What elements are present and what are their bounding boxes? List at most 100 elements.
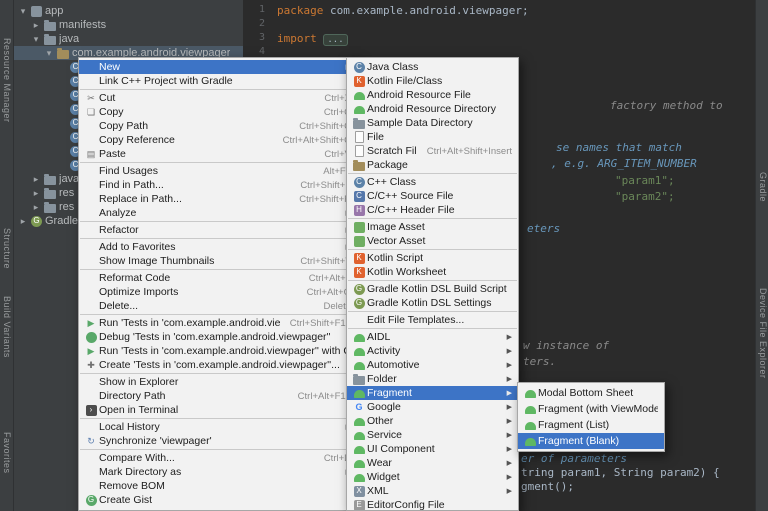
menu-item-xml[interactable]: XXML▶ <box>347 484 518 498</box>
tree-item-manifests[interactable]: ▸manifests <box>14 18 243 32</box>
menu-item-icon-slot: G <box>351 401 367 414</box>
menu-item-create-tests-in-com-example-android-viewpager[interactable]: ✚Create 'Tests in 'com.example.android.v… <box>79 358 357 372</box>
menu-item-copy[interactable]: ❏CopyCtrl+C <box>79 105 357 119</box>
menu-item-fragment-blank[interactable]: Fragment (Blank) <box>518 433 664 449</box>
menu-item-new[interactable]: New▶ <box>79 60 357 74</box>
menu-item-scratch-file[interactable]: Scratch FileCtrl+Alt+Shift+Insert <box>347 144 518 158</box>
menu-item-icon-slot: › <box>83 405 99 416</box>
context-menu: New▶Link C++ Project with Gradle ✂CutCtrl… <box>78 57 358 511</box>
menu-item-c-class[interactable]: CC++ Class <box>347 175 518 189</box>
menu-item-folder[interactable]: Folder▶ <box>347 372 518 386</box>
tool-button-gradle[interactable]: Gradle <box>758 172 768 202</box>
menu-item-android-resource-directory[interactable]: Android Resource Directory <box>347 102 518 116</box>
menu-item-label: Kotlin File/Class <box>367 75 512 87</box>
menu-item-vector-asset[interactable]: Vector Asset <box>347 234 518 248</box>
menu-item-editorconfig-file[interactable]: EEditorConfig File <box>347 498 518 511</box>
menu-item-aidl[interactable]: AIDL▶ <box>347 330 518 344</box>
menu-item-local-history[interactable]: Local History▶ <box>79 420 357 434</box>
menu-item-label: Copy Path <box>99 120 289 132</box>
menu-item-wear[interactable]: Wear▶ <box>347 456 518 470</box>
menu-item-label: Java Class <box>367 61 512 73</box>
menu-item-replace-in-path[interactable]: Replace in Path...Ctrl+Shift+R <box>79 192 357 206</box>
copy-icon: ❏ <box>85 106 98 119</box>
menu-item-directory-path[interactable]: Directory PathCtrl+Alt+F12 <box>79 389 357 403</box>
menu-item-paste[interactable]: ▤PasteCtrl+V <box>79 147 357 161</box>
menu-item-mark-directory-as[interactable]: Mark Directory as▶ <box>79 465 357 479</box>
menu-item-open-in-terminal[interactable]: ›Open in Terminal <box>79 403 357 417</box>
menu-item-add-to-favorites[interactable]: Add to Favorites▶ <box>79 240 357 254</box>
menu-item-activity[interactable]: Activity▶ <box>347 344 518 358</box>
menu-item-copy-path[interactable]: Copy PathCtrl+Shift+C <box>79 119 357 133</box>
code-text: ters. <box>523 355 556 368</box>
menu-item-create-gist[interactable]: GCreate Gist <box>79 493 357 507</box>
chevron-right-icon: ▸ <box>18 217 28 226</box>
menu-item-compare-with[interactable]: Compare With...Ctrl+D <box>79 451 357 465</box>
menu-separator <box>80 238 356 239</box>
menu-item-gradle-kotlin-dsl-settings[interactable]: GGradle Kotlin DSL Settings <box>347 296 518 310</box>
menu-item-find-usages[interactable]: Find UsagesAlt+F7 <box>79 164 357 178</box>
menu-item-other[interactable]: Other▶ <box>347 414 518 428</box>
menu-separator <box>348 218 517 219</box>
menu-item-ui-component[interactable]: UI Component▶ <box>347 442 518 456</box>
tree-item-java[interactable]: ▾java <box>14 32 243 46</box>
menu-item-kotlin-script[interactable]: KKotlin Script <box>347 251 518 265</box>
menu-item-remove-bom[interactable]: Remove BOM <box>79 479 357 493</box>
menu-item-automotive[interactable]: Automotive▶ <box>347 358 518 372</box>
menu-item-reformat-code[interactable]: Reformat CodeCtrl+Alt+L <box>79 271 357 285</box>
code-text: w instance of <box>523 339 609 352</box>
menu-item-image-asset[interactable]: Image Asset <box>347 220 518 234</box>
menu-item-find-in-path[interactable]: Find in Path...Ctrl+Shift+F <box>79 178 357 192</box>
menu-item-gradle-kotlin-dsl-build-script[interactable]: GGradle Kotlin DSL Build Script <box>347 282 518 296</box>
tool-button-build-variants[interactable]: Build Variants <box>2 296 12 358</box>
tree-item-app[interactable]: ▾app <box>14 4 243 18</box>
menu-item-kotlin-file-class[interactable]: KKotlin File/Class <box>347 74 518 88</box>
menu-item-c-c-header-file[interactable]: HC/C++ Header File <box>347 203 518 217</box>
paste-icon: ▤ <box>85 148 98 161</box>
menu-item-file[interactable]: File <box>347 130 518 144</box>
menu-item-optimize-imports[interactable]: Optimize ImportsCtrl+Alt+O <box>79 285 357 299</box>
menu-item-debug-tests-in-com-example-android-viewpager[interactable]: Debug 'Tests in 'com.example.android.vie… <box>79 330 357 344</box>
menu-item-show-image-thumbnails[interactable]: Show Image ThumbnailsCtrl+Shift+T <box>79 254 357 268</box>
menu-item-c-c-source-file[interactable]: CC/C++ Source File <box>347 189 518 203</box>
menu-item-google[interactable]: GGoogle▶ <box>347 400 518 414</box>
menu-item-service[interactable]: Service▶ <box>347 428 518 442</box>
menu-item-label: Create 'Tests in 'com.example.android.vi… <box>99 359 351 371</box>
tool-button-structure[interactable]: Structure <box>2 228 12 269</box>
fragment-icon <box>525 422 536 430</box>
menu-shortcut: Ctrl+Alt+F12 <box>298 391 351 402</box>
menu-item-cut[interactable]: ✂CutCtrl+X <box>79 91 357 105</box>
menu-item-fragment-list[interactable]: Fragment (List) <box>518 417 664 433</box>
menu-item-modal-bottom-sheet[interactable]: Modal Bottom Sheet <box>518 385 664 401</box>
menu-item-label: Remove BOM <box>99 480 351 492</box>
menu-item-widget[interactable]: Widget▶ <box>347 470 518 484</box>
menu-item-fragment-with-viewmodel[interactable]: Fragment (with ViewModel) <box>518 401 664 417</box>
menu-item-copy-reference[interactable]: Copy ReferenceCtrl+Alt+Shift+C <box>79 133 357 147</box>
menu-item-icon-slot <box>351 145 367 157</box>
menu-item-package[interactable]: Package <box>347 158 518 172</box>
menu-item-label: EditorConfig File <box>367 499 512 511</box>
code-text: , e.g. ARG_ITEM_NUMBER <box>551 157 697 170</box>
menu-item-android-resource-file[interactable]: Android Resource File <box>347 88 518 102</box>
menu-item-label: Edit File Templates... <box>367 314 512 326</box>
menu-item-refactor[interactable]: Refactor▶ <box>79 223 357 237</box>
line-number: 3 <box>243 32 265 43</box>
menu-item-analyze[interactable]: Analyze▶ <box>79 206 357 220</box>
menu-item-sample-data-directory[interactable]: Sample Data Directory <box>347 116 518 130</box>
menu-item-kotlin-worksheet[interactable]: KKotlin Worksheet <box>347 265 518 279</box>
menu-item-run-tests-in-com-example-android-viewpager-with-coverage[interactable]: ▶Run 'Tests in 'com.example.android.view… <box>79 344 357 358</box>
menu-item-link-c-project-with-gradle[interactable]: Link C++ Project with Gradle <box>79 74 357 88</box>
tool-button-favorites[interactable]: Favorites <box>2 432 12 474</box>
right-toolwindow-stripe: Gradle Device File Explorer <box>755 0 768 511</box>
menu-item-delete[interactable]: Delete...Delete <box>79 299 357 313</box>
menu-item-java-class[interactable]: CJava Class <box>347 60 518 74</box>
android-icon <box>354 334 365 342</box>
menu-item-show-in-explorer[interactable]: Show in Explorer <box>79 375 357 389</box>
menu-item-fragment[interactable]: Fragment▶ <box>347 386 518 400</box>
tool-button-device-file-explorer[interactable]: Device File Explorer <box>758 288 768 379</box>
menu-item-run-tests-in-com-example-android-viewpager[interactable]: ▶Run 'Tests in 'com.example.android.view… <box>79 316 357 330</box>
submenu-arrow-icon: ▶ <box>507 473 512 481</box>
tool-button-resource-manager[interactable]: Resource Manager <box>2 38 12 123</box>
menu-item-label: Find in Path... <box>99 179 290 191</box>
menu-item-synchronize-viewpager[interactable]: ↻Synchronize 'viewpager' <box>79 434 357 448</box>
menu-item-edit-file-templates[interactable]: Edit File Templates... <box>347 313 518 327</box>
